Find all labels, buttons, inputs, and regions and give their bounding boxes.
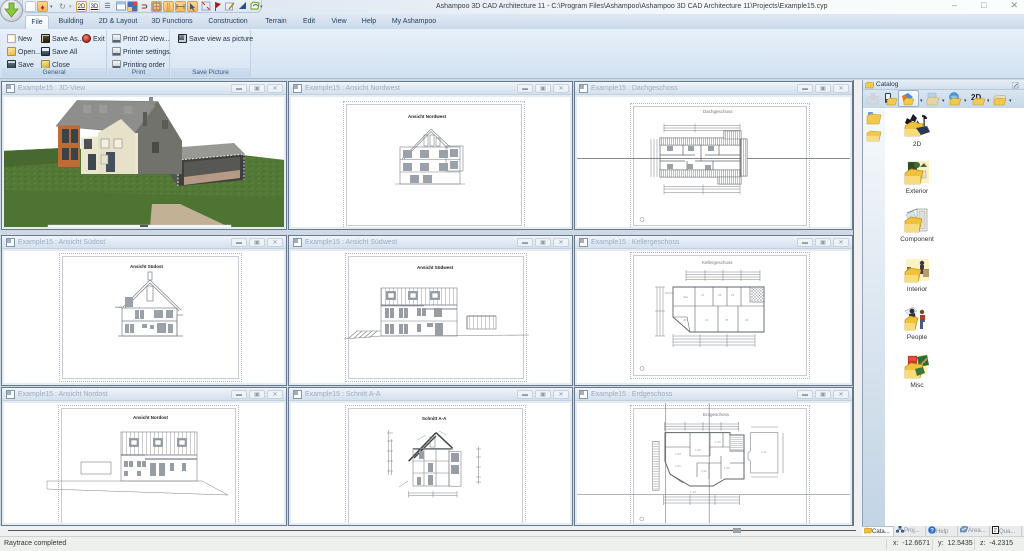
svg-text:1.06: 1.06: [715, 440, 721, 444]
svg-text:1.02: 1.02: [701, 469, 707, 473]
svg-text:1.11: 1.11: [761, 450, 767, 454]
svg-text:1.03: 1.03: [724, 466, 730, 470]
svg-text:23: 23: [731, 293, 735, 297]
svg-text:21: 21: [701, 293, 705, 297]
svg-text:20: 20: [683, 318, 687, 322]
svg-text:1.01: 1.01: [675, 464, 681, 468]
svg-text:25: 25: [725, 318, 729, 322]
svg-text:20a: 20a: [683, 295, 688, 299]
svg-text:1.05: 1.05: [695, 448, 701, 452]
svg-text:1.04: 1.04: [675, 452, 681, 456]
svg-text:?: ?: [930, 528, 934, 534]
svg-text:24: 24: [705, 318, 709, 322]
svg-text:26: 26: [745, 318, 749, 322]
svg-text:1.10: 1.10: [690, 490, 696, 494]
svg-text:22: 22: [718, 293, 722, 297]
